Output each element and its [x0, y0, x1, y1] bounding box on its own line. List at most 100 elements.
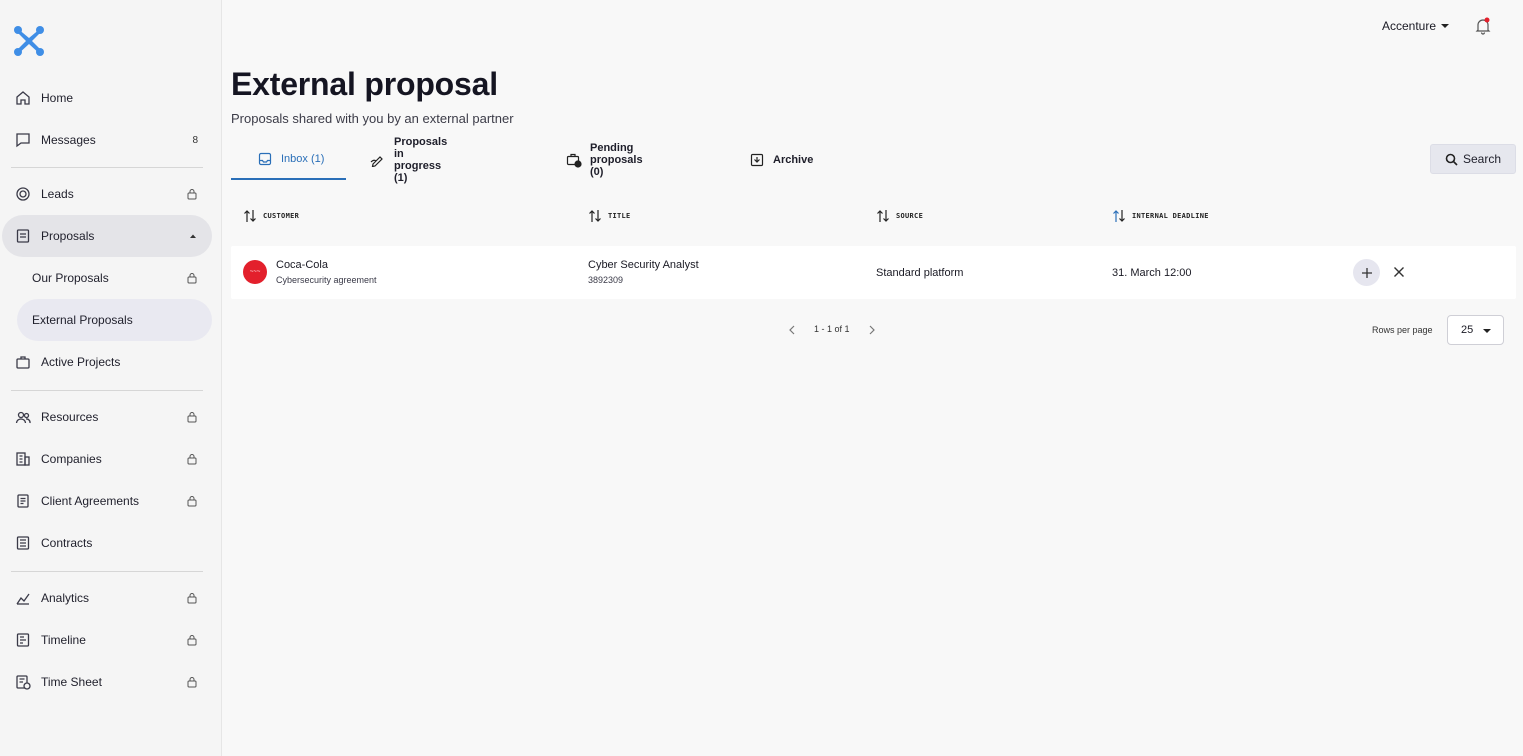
- lock-icon: [186, 592, 198, 604]
- chart-icon: [14, 589, 32, 607]
- timesheet-icon: [14, 673, 32, 691]
- column-header-label: INTERNAL DEADLINE: [1132, 212, 1209, 220]
- search-button[interactable]: Search: [1430, 144, 1516, 174]
- pen-icon: [370, 152, 386, 168]
- sidebar-item-label: Resources: [41, 410, 99, 424]
- people-icon: [14, 408, 32, 426]
- rows-per-page-value: 25: [1461, 324, 1474, 336]
- column-header-source[interactable]: SOURCE: [876, 207, 923, 225]
- reject-proposal-button[interactable]: [1390, 263, 1408, 281]
- tab-label: Inbox (1): [281, 153, 325, 165]
- column-header-customer[interactable]: CUSTOMER: [243, 207, 299, 225]
- table-row[interactable]: ~~~ Coca-Cola Cybersecurity agreement Cy…: [231, 246, 1516, 299]
- column-header-label: CUSTOMER: [263, 212, 300, 220]
- sidebar-item-label: Messages: [41, 133, 96, 147]
- document-icon: [14, 227, 32, 245]
- sidebar-item-label: Proposals: [41, 229, 95, 243]
- column-header-internal-deadline[interactable]: INTERNAL DEADLINE: [1112, 207, 1209, 225]
- sidebar-item-our-proposals[interactable]: Our Proposals: [2, 257, 212, 299]
- sidebar: Home Messages 8 Leads Proposals Our Prop…: [0, 0, 222, 756]
- search-label: Search: [1462, 152, 1502, 166]
- accept-proposal-button[interactable]: [1353, 259, 1380, 286]
- message-icon: [14, 131, 32, 149]
- sidebar-item-analytics[interactable]: Analytics: [2, 577, 212, 619]
- internal-deadline: 31. March 12:00: [1112, 267, 1192, 279]
- lock-icon: [186, 411, 198, 423]
- close-icon: [1394, 267, 1404, 277]
- building-icon: [14, 450, 32, 468]
- tab-proposals-in-progress[interactable]: Proposals in progress (1): [370, 136, 447, 184]
- sidebar-item-label: Timeline: [41, 633, 86, 647]
- tab-inbox[interactable]: Inbox (1): [231, 140, 346, 180]
- pagination-range: 1 - 1 of 1: [814, 324, 850, 334]
- list-icon: [14, 534, 32, 552]
- sidebar-item-messages[interactable]: Messages 8: [2, 119, 212, 161]
- sidebar-divider: [11, 571, 203, 572]
- app-logo[interactable]: [12, 24, 46, 58]
- customer-name: Coca-Cola: [276, 259, 328, 271]
- column-header-label: TITLE: [608, 212, 631, 220]
- sidebar-item-resources[interactable]: Resources: [2, 396, 212, 438]
- archive-icon: [749, 152, 765, 168]
- sidebar-item-client-agreements[interactable]: Client Agreements: [2, 480, 212, 522]
- sidebar-item-companies[interactable]: Companies: [2, 438, 212, 480]
- chevron-right-icon[interactable]: [865, 322, 879, 338]
- proposal-id: 3892309: [588, 275, 624, 285]
- caret-down-icon: [1441, 24, 1449, 28]
- sidebar-item-label: Time Sheet: [41, 675, 102, 689]
- sidebar-item-label: Active Projects: [41, 355, 121, 369]
- sidebar-item-label: Our Proposals: [32, 271, 109, 285]
- proposal-title: Cyber Security Analyst: [588, 259, 699, 271]
- lock-icon: [186, 188, 198, 200]
- sidebar-item-time-sheet[interactable]: Time Sheet: [2, 661, 212, 703]
- lock-icon: [186, 272, 198, 284]
- search-icon: [1445, 153, 1458, 166]
- sidebar-item-label: Client Agreements: [41, 494, 140, 508]
- sidebar-item-label: Contracts: [41, 536, 93, 550]
- tab-archive[interactable]: Archive: [749, 140, 813, 180]
- sort-icon: [877, 210, 889, 222]
- sidebar-item-active-projects[interactable]: Active Projects: [2, 341, 212, 383]
- sidebar-item-label: External Proposals: [32, 313, 133, 327]
- sidebar-divider: [11, 167, 203, 168]
- chevron-left-icon[interactable]: [785, 322, 799, 338]
- rows-per-page-select[interactable]: 25: [1447, 315, 1504, 345]
- lock-icon: [186, 495, 198, 507]
- sidebar-item-leads[interactable]: Leads: [2, 173, 212, 215]
- sidebar-item-home[interactable]: Home: [2, 77, 212, 119]
- rows-per-page-label: Rows per page: [1372, 325, 1433, 335]
- sidebar-item-contracts[interactable]: Contracts: [2, 522, 212, 564]
- inbox-icon: [257, 151, 273, 167]
- briefcase-icon: [14, 353, 32, 371]
- sidebar-item-proposals[interactable]: Proposals: [2, 215, 212, 257]
- lock-icon: [186, 453, 198, 465]
- sidebar-divider: [11, 390, 203, 391]
- sort-icon: [244, 210, 256, 222]
- sidebar-item-external-proposals[interactable]: External Proposals: [17, 299, 212, 341]
- column-header-title[interactable]: TITLE: [588, 207, 631, 225]
- tab-pending-proposals[interactable]: Pending proposals (0): [566, 140, 643, 180]
- pending-briefcase-icon: [566, 152, 582, 168]
- sidebar-item-label: Home: [41, 91, 74, 105]
- lock-icon: [186, 634, 198, 646]
- organization-selector[interactable]: Accenture: [1382, 19, 1449, 33]
- sidebar-item-timeline[interactable]: Timeline: [2, 619, 212, 661]
- page-title: External proposal: [231, 66, 498, 102]
- page-subtitle: Proposals shared with you by an external…: [231, 111, 514, 126]
- sort-icon: [589, 210, 601, 222]
- tab-label: Proposals in progress (1): [394, 136, 448, 184]
- target-icon: [14, 185, 32, 203]
- timeline-icon: [14, 631, 32, 649]
- sort-icon: [1113, 210, 1125, 222]
- organization-name: Accenture: [1381, 19, 1436, 33]
- tab-label: Archive: [773, 154, 814, 166]
- notification-bell-icon[interactable]: [1474, 17, 1492, 35]
- home-icon: [14, 89, 32, 107]
- caret-down-icon: [1483, 329, 1491, 333]
- messages-count-badge: 8: [192, 134, 198, 146]
- sidebar-item-label: Leads: [41, 187, 74, 201]
- column-header-label: SOURCE: [896, 212, 924, 220]
- customer-logo: ~~~: [243, 260, 267, 284]
- agreement-icon: [14, 492, 32, 510]
- tab-label: Pending proposals (0): [590, 142, 643, 178]
